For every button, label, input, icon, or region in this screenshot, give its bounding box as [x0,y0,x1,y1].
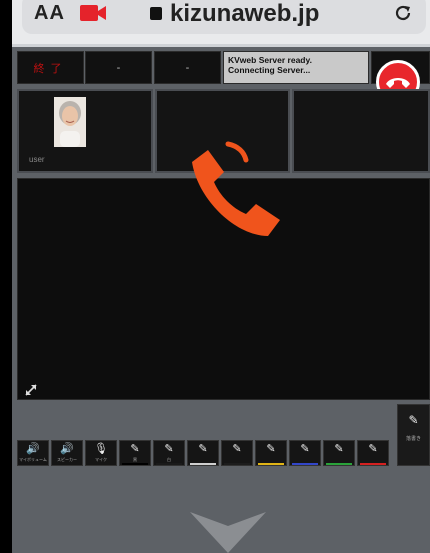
toolbar-button-label: マイボリューム [19,457,47,462]
status-line-2: Connecting Server... [228,65,311,75]
toolbar-button-3[interactable]: 🎙 マイク [85,440,117,466]
pen-color-swatch [224,463,250,465]
toolbar-button-label: マイク [95,457,107,462]
pen-icon: ✎ [130,443,140,455]
pen-color-swatch [258,463,284,465]
pen-icon: ✎ [408,413,419,427]
phone-hangup-icon [386,78,410,88]
pen-icon: ✎ [164,443,174,455]
page-load-progress [12,44,430,47]
pen-icon: ✎ [232,443,242,455]
mic-icon: 🎙 [94,443,108,455]
toolbar-button-6[interactable]: ✎ [187,440,219,466]
toolbar-button-2[interactable]: 🔊 スピーカー [51,440,83,466]
header-slot-3[interactable]: - [154,51,221,84]
pen-icon: ✎ [266,443,276,455]
pen-color-swatch [326,463,352,465]
participant-tile-1[interactable]: user [17,89,153,173]
pen-icon: ✎ [300,443,310,455]
pen-icon: ✎ [334,443,344,455]
speaker-icon: 🔊 [26,443,40,455]
toolbar-button-8[interactable]: ✎ [255,440,287,466]
pen-icon: ✎ [198,443,208,455]
expand-icon[interactable] [24,383,38,397]
pen-color-swatch [360,463,386,465]
scroll-down-arrow-icon[interactable] [190,512,266,553]
server-status-box: KVweb Server ready. Connecting Server... [223,51,369,84]
scribble-button[interactable]: ✎ 落書き [397,404,430,466]
pen-color-swatch [122,463,148,465]
toolbar-button-4[interactable]: ✎ 黒 [119,440,151,466]
pen-icon: ✎ [368,443,378,455]
toolbar-button-9[interactable]: ✎ [289,440,321,466]
toolbar-button-11[interactable]: ✎ [357,440,389,466]
participant-avatar [54,97,86,147]
reload-icon[interactable] [394,4,412,22]
app-frame: AA kizunaweb.jp 終了 - - KVweb Server read… [12,0,430,553]
participant-tile-3[interactable] [292,89,430,173]
toolbar-button-10[interactable]: ✎ [323,440,355,466]
toolbar-button-5[interactable]: ✎ 白 [153,440,185,466]
participant-name: user [29,155,45,164]
camera-in-use-icon[interactable] [80,5,106,21]
header-slot-2[interactable]: - [85,51,152,84]
text-size-button[interactable]: AA [34,2,65,25]
url-domain[interactable]: kizunaweb.jp [170,0,319,28]
browser-address-bar: AA kizunaweb.jp [12,0,430,47]
scribble-label: 落書き [405,436,421,442]
pen-color-swatch [156,463,182,465]
pen-color-swatch [292,463,318,465]
status-line-1: KVweb Server ready. [228,55,312,65]
pen-color-swatch [190,463,216,465]
end-call-button[interactable]: 終了 [17,51,84,84]
toolbar-button-label: スピーカー [57,457,77,462]
toolbar-button-7[interactable]: ✎ [221,440,253,466]
speaker-icon: 🔊 [60,443,74,455]
lock-icon [150,7,162,20]
toolbar-button-1[interactable]: 🔊 マイボリューム [17,440,49,466]
incoming-call-icon[interactable] [184,140,294,240]
